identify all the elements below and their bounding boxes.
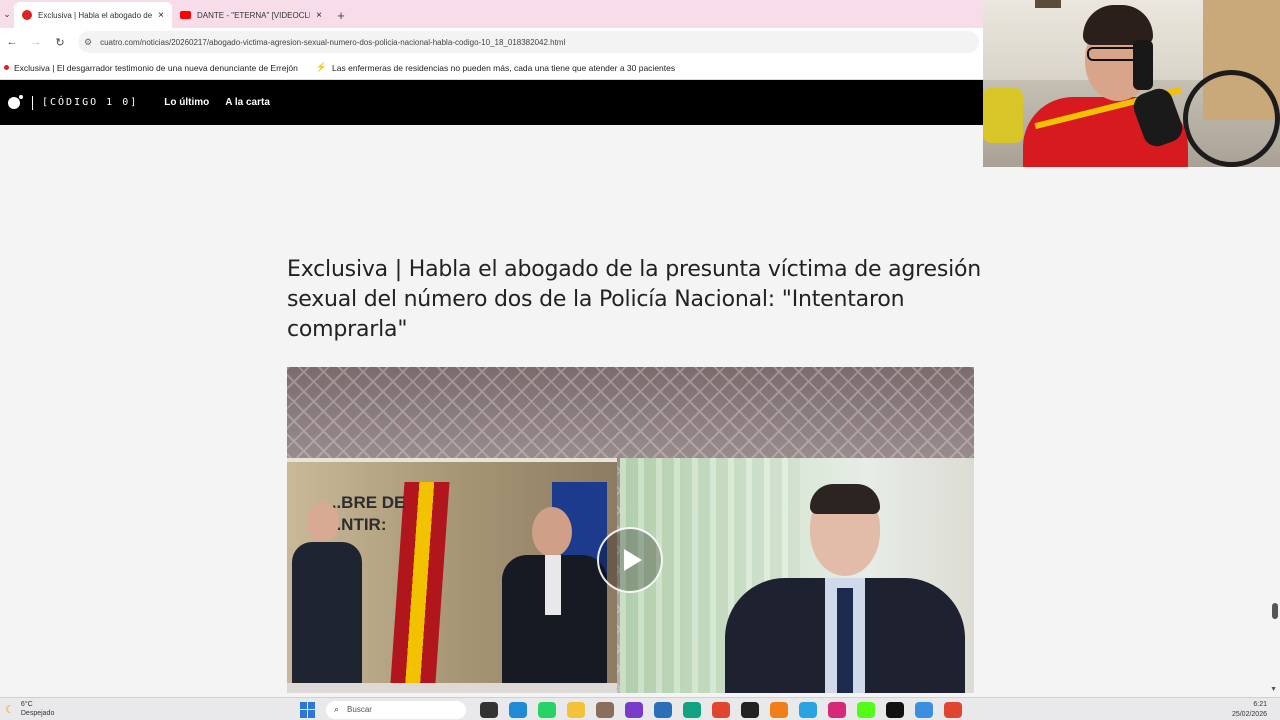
search-placeholder: Buscar (347, 705, 372, 714)
site-logo[interactable]: [CÓDIGO 1 0] (42, 97, 138, 108)
video-ticker (287, 683, 617, 693)
youtube-favicon-icon (180, 11, 191, 19)
video-left-panel: ...BRE DE ...NTIR: (287, 458, 617, 693)
presenter-right (502, 507, 607, 693)
address-bar[interactable]: ⚙ cuatro.com/noticias/20260217/abogado-v… (78, 31, 979, 53)
app-icon[interactable] (595, 701, 614, 718)
whatsapp-icon[interactable] (537, 701, 556, 718)
windows-start-icon[interactable] (300, 701, 316, 718)
logo-dot-icon[interactable] (8, 94, 23, 109)
search-icon: ⌕ (334, 704, 340, 714)
file-explorer-icon[interactable] (566, 701, 585, 718)
nav-a-la-carta[interactable]: A la carta (225, 97, 270, 108)
weather-temp: 6°C (20, 701, 33, 708)
scroll-down-icon[interactable]: ▼ (1270, 686, 1277, 693)
taskbar-search[interactable]: ⌕ Buscar (326, 700, 466, 719)
rtve-icon[interactable] (769, 701, 788, 718)
forward-icon[interactable]: → (24, 36, 48, 48)
moon-icon: ☾ (5, 703, 15, 716)
video-right-panel (620, 458, 974, 693)
telegram-icon[interactable] (798, 701, 817, 718)
chrome-alt-icon[interactable] (943, 701, 962, 718)
kick-icon[interactable] (856, 701, 875, 718)
nav-lo-ultimo[interactable]: Lo último (164, 97, 209, 108)
chrome-icon[interactable] (711, 701, 730, 718)
interviewee (725, 484, 965, 693)
bookmark-label: Exclusiva | El desgarrador testimonio de… (14, 62, 298, 73)
presenter-left (292, 502, 362, 693)
bolt-icon: ⚡ (315, 62, 328, 72)
weather-widget[interactable]: ☾ 6°C Despejado (5, 700, 105, 718)
bookmarks-bar: Exclusiva | El desgarrador testimonio de… (0, 56, 983, 80)
tab-search-button[interactable]: ⌄ (0, 0, 14, 28)
task-view-icon[interactable] (479, 701, 498, 718)
bookmark-label: Las enfermeras de residencias no pueden … (332, 62, 676, 73)
bookmark-item[interactable]: ⚡ Las enfermeras de residencias no puede… (302, 62, 679, 73)
browser-toolbar: ← → ↻ ⚙ cuatro.com/noticias/20260217/abo… (0, 28, 983, 56)
site-info-icon[interactable]: ⚙ (84, 37, 92, 48)
back-icon[interactable]: ← (0, 36, 24, 48)
site-nav: Lo último A la carta (164, 97, 270, 108)
tab-title: Exclusiva | Habla el abogado de (38, 10, 153, 20)
new-tab-button[interactable]: + (330, 2, 352, 28)
url-text[interactable]: cuatro.com/noticias/20260217/abogado-vic… (100, 38, 565, 47)
article-headline: Exclusiva | Habla el abogado de la presu… (287, 257, 982, 342)
cuatro-favicon-icon (22, 10, 32, 20)
clipchamp-icon[interactable] (624, 701, 643, 718)
notepad-icon[interactable] (914, 701, 933, 718)
close-tab-icon[interactable]: × (158, 10, 164, 21)
tab-active[interactable]: Exclusiva | Habla el abogado de × (14, 2, 172, 28)
weather-desc: Despejado (20, 710, 55, 717)
app-green-icon[interactable] (682, 701, 701, 718)
clock-time: 6:21 (1253, 701, 1267, 708)
clock-date: 25/02/2026 (1231, 711, 1267, 718)
taskbar: ☾ 6°C Despejado ⌕ Buscar 6:21 25/02/2026 (0, 697, 1280, 720)
close-tab-icon[interactable]: × (316, 10, 322, 21)
red-dot-icon (4, 65, 9, 70)
play-button[interactable] (597, 527, 663, 593)
tab-inactive[interactable]: DANTE - "ETERNA" [VIDEOCLIP × (172, 2, 330, 28)
scrollbar-thumb[interactable] (1272, 603, 1278, 619)
site-header: [CÓDIGO 1 0] Lo último A la carta (0, 80, 983, 125)
bookmark-item[interactable]: Exclusiva | El desgarrador testimonio de… (0, 63, 302, 73)
instagram-icon[interactable] (827, 701, 846, 718)
video-player[interactable]: ...BRE DE ...NTIR: (287, 367, 974, 693)
tiktok-icon[interactable] (885, 701, 904, 718)
logo-divider (32, 95, 33, 110)
edge-icon[interactable] (508, 701, 527, 718)
webcam-overlay (983, 0, 1280, 167)
reload-icon[interactable]: ↻ (48, 36, 72, 49)
play-icon (623, 549, 642, 571)
tab-title: DANTE - "ETERNA" [VIDEOCLIP (197, 10, 311, 20)
page-scrollbar[interactable]: ▼ (1268, 167, 1280, 693)
system-clock[interactable]: 6:21 25/02/2026 (1232, 700, 1267, 720)
media-icon[interactable] (740, 701, 759, 718)
store-icon[interactable] (653, 701, 672, 718)
tab-bar: ⌄ Exclusiva | Habla el abogado de × DANT… (0, 0, 983, 28)
